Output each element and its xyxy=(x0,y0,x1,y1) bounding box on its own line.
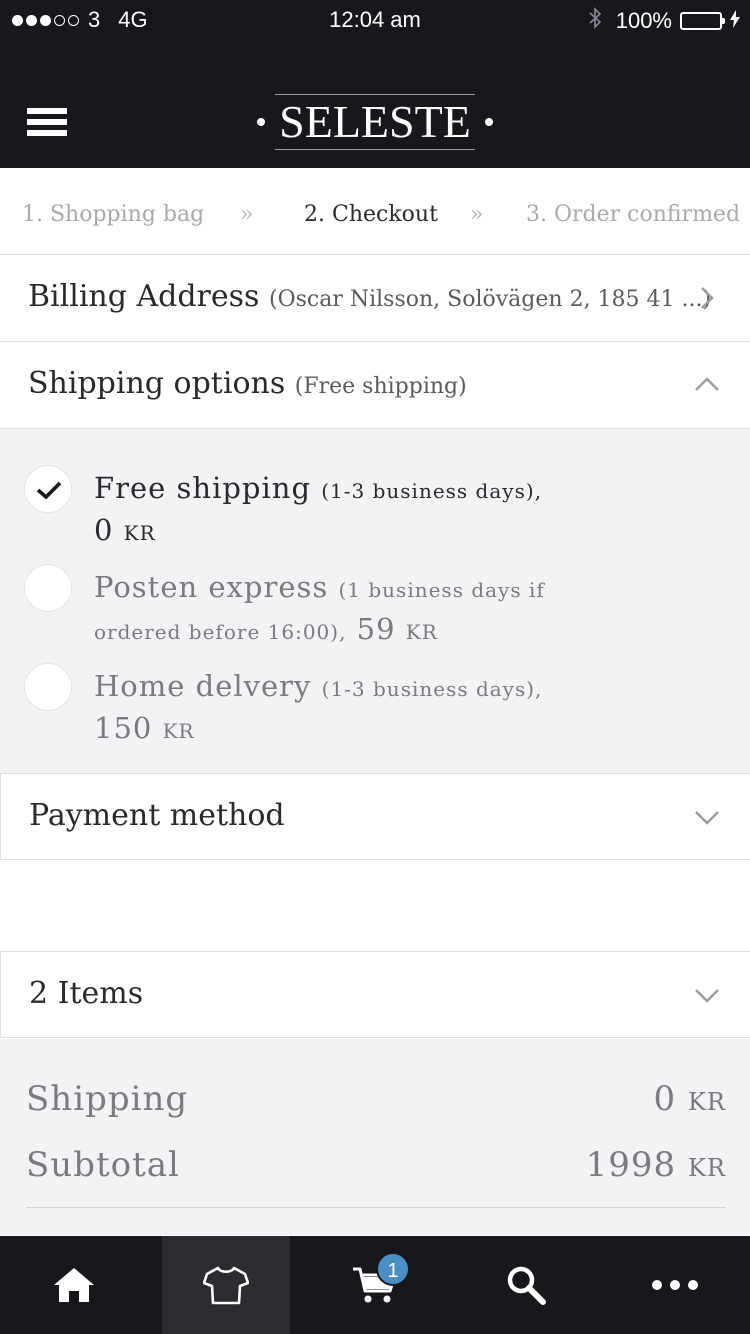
option-currency: KR xyxy=(123,521,156,545)
cart-badge: 1 xyxy=(376,1252,410,1286)
shipping-total-currency: KR xyxy=(688,1088,726,1116)
tab-search[interactable] xyxy=(462,1236,590,1334)
subtotal-currency: KR xyxy=(688,1154,726,1182)
checkmark-icon xyxy=(36,481,62,500)
option-price: 150 xyxy=(94,711,153,745)
shirt-icon xyxy=(203,1266,249,1305)
shipping-total-value: 0 xyxy=(653,1079,677,1119)
chevron-up-icon xyxy=(695,377,719,391)
radio-checked[interactable] xyxy=(24,465,72,513)
brand-logo[interactable]: SELESTE xyxy=(0,94,750,150)
tab-shop[interactable] xyxy=(162,1236,290,1334)
chevron-down-icon xyxy=(695,811,719,825)
option-detail: (1 business days if xyxy=(338,578,545,602)
tab-home[interactable] xyxy=(10,1236,138,1334)
divider xyxy=(26,1207,726,1208)
option-detail: (1-3 business days), xyxy=(321,677,543,701)
option-name: Free shipping xyxy=(94,471,312,505)
shipping-summary: (Free shipping) xyxy=(294,374,467,399)
step-order-confirmed: 3. Order confirmed xyxy=(526,202,741,227)
bluetooth-icon xyxy=(588,7,602,35)
radio-unchecked[interactable] xyxy=(24,663,72,711)
option-name: Posten express xyxy=(94,570,329,604)
subtotal-label: Subtotal xyxy=(26,1145,180,1185)
app-header: SELESTE xyxy=(0,40,750,168)
billing-address-row[interactable]: Billing Address (Oscar Nilsson, Solöväge… xyxy=(0,255,750,342)
battery-percent: 100% xyxy=(615,8,672,33)
tab-cart[interactable] xyxy=(311,1236,439,1334)
shipping-options-panel: Free shipping (1-3 business days), 0 KR … xyxy=(0,429,750,773)
shipping-title: Shipping options xyxy=(28,366,286,401)
logo-dot-icon xyxy=(484,118,493,126)
option-price: 59 xyxy=(356,612,396,646)
chevron-down-icon xyxy=(695,989,719,1003)
double-chevron-icon: » xyxy=(470,202,484,227)
billing-title: Billing Address xyxy=(28,279,260,314)
subtotal-value: 1998 xyxy=(585,1145,677,1185)
shipping-total-row: Shipping 0 KR xyxy=(26,1079,726,1119)
option-detail: (1-3 business days), xyxy=(321,479,542,503)
double-chevron-icon: » xyxy=(240,202,254,227)
shipping-options-row[interactable]: Shipping options (Free shipping) xyxy=(0,342,750,429)
shipping-total-label: Shipping xyxy=(26,1079,189,1119)
option-detail: ordered before 16:00), xyxy=(94,620,347,644)
battery-icon xyxy=(680,12,725,30)
more-icon xyxy=(652,1280,698,1290)
option-name: Home delvery xyxy=(94,669,312,703)
tab-bar xyxy=(0,1236,750,1334)
option-currency: KR xyxy=(162,719,195,743)
billing-summary: (Oscar Nilsson, Solövägen 2, 185 41 ...) xyxy=(269,287,712,312)
search-icon xyxy=(507,1266,546,1305)
checkout-steps: 1. Shopping bag » 2. Checkout » 3. Order… xyxy=(0,168,750,255)
home-icon xyxy=(54,1268,94,1302)
status-bar: 3 4G 12:04 am 100% xyxy=(0,0,750,40)
option-currency: KR xyxy=(405,620,438,644)
tab-more[interactable] xyxy=(611,1236,739,1334)
step-shopping-bag[interactable]: 1. Shopping bag xyxy=(22,202,204,227)
radio-unchecked[interactable] xyxy=(24,564,72,612)
items-title: 2 Items xyxy=(29,976,144,1011)
order-totals: Shipping 0 KR Subtotal 1998 KR xyxy=(0,1039,750,1235)
brand-name: SELESTE xyxy=(275,94,475,150)
chevron-right-icon xyxy=(701,287,714,309)
payment-method-row[interactable]: Payment method xyxy=(0,773,750,860)
step-checkout: 2. Checkout xyxy=(304,202,438,227)
items-row[interactable]: 2 Items xyxy=(0,951,750,1038)
payment-title: Payment method xyxy=(29,798,285,833)
option-price: 0 xyxy=(94,513,114,547)
charging-icon xyxy=(730,9,740,33)
logo-dot-icon xyxy=(257,118,266,126)
subtotal-row: Subtotal 1998 KR xyxy=(26,1145,726,1185)
